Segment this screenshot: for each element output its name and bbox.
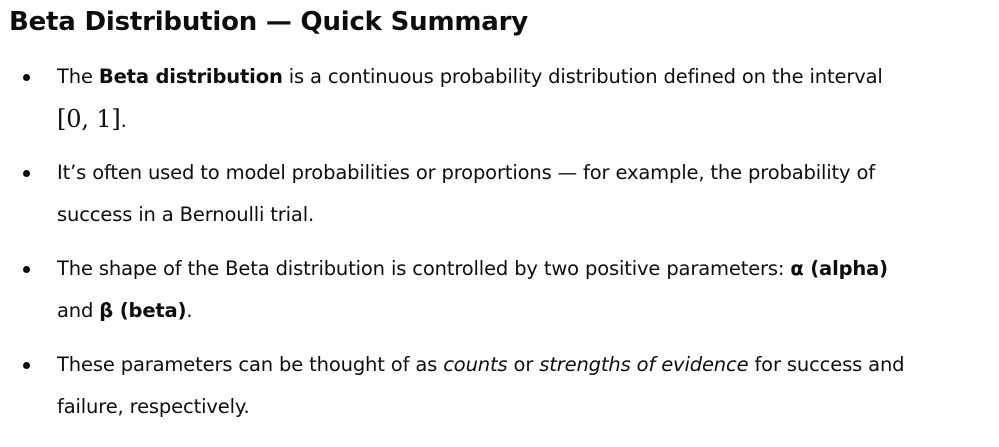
italic-term: counts xyxy=(443,353,508,376)
text-segment: success in a Bernoulli trial. xyxy=(57,203,315,226)
text-segment: for success and xyxy=(748,353,905,376)
bullet-dot-icon xyxy=(23,362,30,369)
math-interval: [0, 1] xyxy=(57,105,121,133)
text-segment: or xyxy=(507,353,540,376)
text-segment: failure, respectively. xyxy=(57,395,250,418)
bullet-text: It’s often used to model probabilities o… xyxy=(57,152,987,236)
italic-term: strengths of evidence xyxy=(539,353,749,376)
bold-term: β (beta) xyxy=(99,299,187,322)
text-segment: . xyxy=(186,299,193,322)
text-segment: The shape of the Beta distribution is co… xyxy=(57,257,791,280)
bullet-text: The shape of the Beta distribution is co… xyxy=(57,248,987,332)
bullet-dot-icon xyxy=(23,170,30,177)
text-segment: . xyxy=(120,109,127,132)
text-segment: It’s often used to model probabilities o… xyxy=(57,161,875,184)
bullet-dot-icon xyxy=(23,266,30,273)
page-title: Beta Distribution — Quick Summary xyxy=(9,7,528,37)
text-segment: These parameters can be thought of as xyxy=(57,353,444,376)
bullet-dot-icon xyxy=(23,74,30,81)
bold-term: Beta distribution xyxy=(98,65,283,88)
text-segment: and xyxy=(57,299,100,322)
bold-term: α (alpha) xyxy=(790,257,888,280)
bullet-text: The Beta distribution is a continuous pr… xyxy=(57,56,987,142)
text-segment: The xyxy=(57,65,99,88)
text-segment: is a continuous probability distribution… xyxy=(282,65,883,88)
bullet-text: These parameters can be thought of as co… xyxy=(57,344,987,428)
